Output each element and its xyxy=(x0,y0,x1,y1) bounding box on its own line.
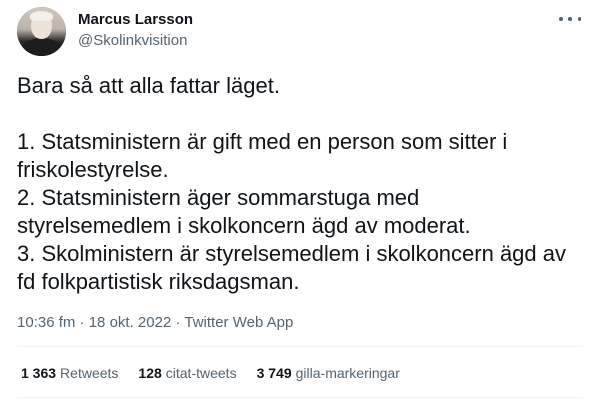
likes-stat[interactable]: 3 749 gilla-markeringar xyxy=(257,364,400,382)
quotes-stat[interactable]: 128 citat-tweets xyxy=(138,364,236,382)
author-display-name[interactable]: Marcus Larsson xyxy=(78,10,193,30)
dot xyxy=(577,17,581,21)
tweet-header: Marcus Larsson @Skolinkvisition xyxy=(17,7,583,57)
avatar-hair xyxy=(30,11,53,21)
tweet-stats: 1 363 Retweets 128 citat-tweets 3 749 gilla… xyxy=(21,364,420,382)
tweet-time[interactable]: 10:36 fm xyxy=(17,314,75,331)
retweets-count: 1 363 xyxy=(21,365,57,381)
meta-separator: · xyxy=(79,314,89,331)
dot xyxy=(559,17,563,21)
divider xyxy=(17,346,583,347)
author-handle[interactable]: @Skolinkvisition xyxy=(78,31,193,51)
retweets-stat[interactable]: 1 363 Retweets xyxy=(21,364,118,382)
tweet-text: Bara så att alla fattar läget. 1. Statsm… xyxy=(17,73,567,294)
tweet-card: Marcus Larsson @Skolinkvisition Bara så … xyxy=(0,0,600,414)
quotes-label: citat-tweets xyxy=(165,365,237,381)
likes-label: gilla-markeringar xyxy=(295,365,400,381)
tweet-date[interactable]: 18 okt. 2022 xyxy=(89,314,172,331)
likes-count: 3 749 xyxy=(256,365,292,381)
dot xyxy=(568,17,572,21)
author-info: Marcus Larsson @Skolinkvisition xyxy=(78,10,193,51)
quotes-count: 128 xyxy=(138,365,162,381)
retweets-label: Retweets xyxy=(60,365,119,381)
tweet-meta: 10:36 fm · 18 okt. 2022 · Twitter Web Ap… xyxy=(17,313,293,333)
avatar[interactable] xyxy=(17,7,66,56)
divider xyxy=(17,397,583,398)
more-options-icon[interactable] xyxy=(559,11,581,27)
tweet-source[interactable]: Twitter Web App xyxy=(184,314,293,331)
